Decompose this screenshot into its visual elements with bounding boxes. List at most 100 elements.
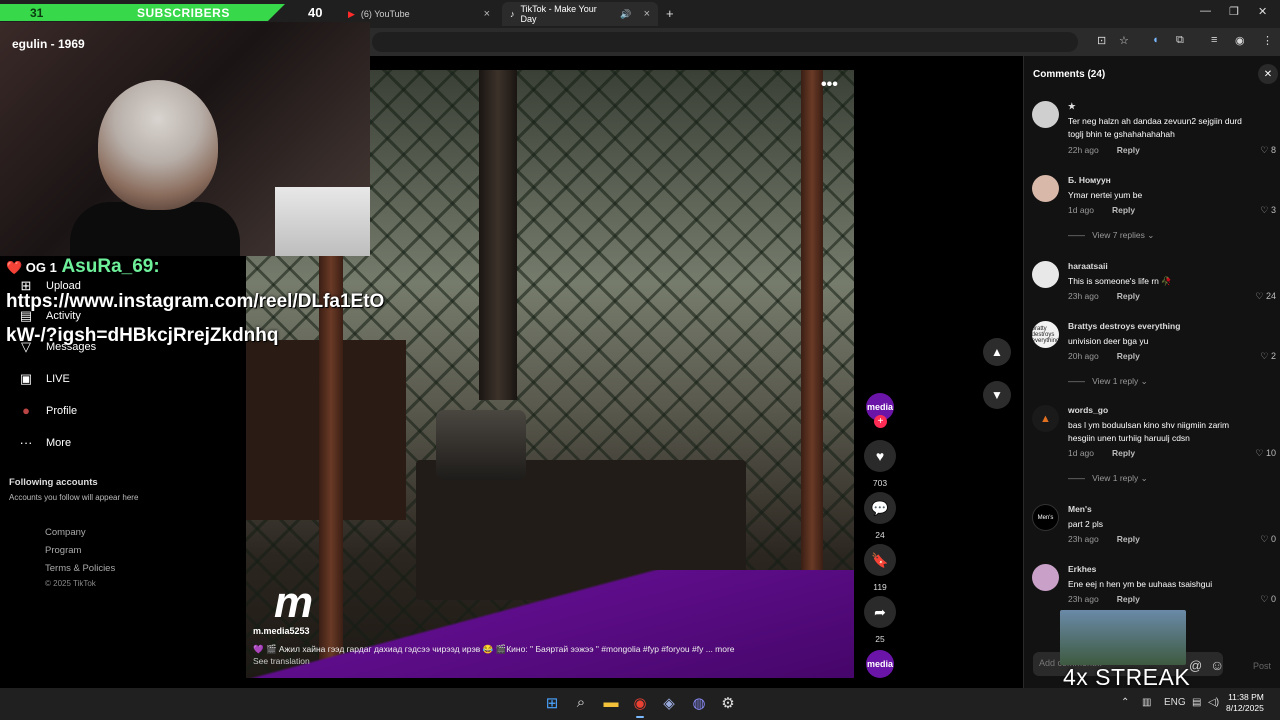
tray-chevron-up-icon[interactable]: ⌃ [1121,697,1129,708]
extension-icon[interactable]: ◖ [1152,34,1159,46]
language-indicator[interactable]: ENG [1164,697,1186,708]
comment-count: 24 [875,530,885,540]
comment-like-button[interactable]: ♡ 2 [1260,351,1276,362]
address-bar[interactable] [372,32,1078,52]
avatar[interactable] [1032,101,1059,128]
close-window-button[interactable]: ✕ [1258,5,1267,18]
following-empty-text: Accounts you follow will appear here [9,493,139,502]
avatar[interactable] [1032,564,1059,591]
file-explorer-icon[interactable]: ▬ [600,694,622,714]
comment-text: This is someone's life rn 🥀 [1068,276,1172,286]
tray-app-icon[interactable]: ▥ [1142,697,1151,708]
like-count: 703 [872,478,888,488]
comment-item: Men's Men's part 2 pls 23h ago Reply ♡ 0 [1032,504,1276,554]
comment-like-button[interactable]: ♡ 0 [1260,534,1276,545]
mention-at-icon[interactable]: @ [1189,658,1202,673]
tab-tiktok[interactable]: ♪ TikTok - Make Your Day 🔊 × [502,2,658,26]
video-scene-pot [436,410,526,480]
volume-icon[interactable]: ◁) [1208,697,1219,708]
avatar[interactable]: Men's [1032,504,1059,531]
comment-username[interactable]: haraatsaii [1068,261,1108,271]
webcam-person-head [98,80,218,210]
comment-like-button[interactable]: ♡ 0 [1260,594,1276,605]
bookmark-star-icon[interactable]: ☆ [1119,34,1129,47]
discord-icon[interactable]: ◍ [688,694,710,714]
music-disc-avatar[interactable]: media [866,650,894,678]
avatar[interactable]: bratty destroys everything [1032,321,1059,348]
comment-username[interactable]: ★ [1068,101,1076,112]
extensions-puzzle-icon[interactable]: ⧉ [1176,34,1184,47]
video-scene-stovepipe [479,70,517,400]
bookmark-icon: 🔖 [864,544,896,576]
search-icon[interactable]: ⌕ [570,694,592,714]
new-tab-button[interactable]: + [666,6,674,21]
reply-button[interactable]: Reply [1117,534,1140,544]
minimize-button[interactable]: — [1200,5,1211,17]
reply-button[interactable]: Reply [1112,448,1135,458]
avatar[interactable] [1032,175,1059,202]
media-logo: m [274,578,314,627]
like-button[interactable]: ♥ 703 [864,440,896,488]
media-controls-icon[interactable]: ≡ [1211,34,1217,46]
footer-link-program[interactable]: Program [45,545,81,556]
comment-username[interactable]: Б. Номуун [1068,175,1111,185]
close-comments-icon[interactable]: ✕ [1258,64,1278,84]
emoji-icon[interactable]: ☺ [1210,657,1224,673]
restore-button[interactable]: ❐ [1229,5,1239,18]
comment-username[interactable]: Erkhes [1068,564,1096,574]
reply-button[interactable]: Reply [1117,594,1140,604]
next-video-chevron-down-icon[interactable]: ▼ [983,381,1011,409]
footer-link-terms[interactable]: Terms & Policies [45,563,115,574]
reply-button[interactable]: Reply [1112,205,1135,215]
subscriber-label: SUBSCRIBERS [137,6,230,20]
subscriber-goal-bar: 31 SUBSCRIBERS [0,4,285,21]
see-translation-link[interactable]: See translation [253,656,310,666]
profile-avatar[interactable]: ◉ [1235,34,1245,47]
avatar[interactable] [1032,261,1059,288]
comment-like-button[interactable]: ♡ 8 [1260,145,1276,156]
speaker-icon[interactable]: 🔊 [620,9,631,20]
comment-like-button[interactable]: ♡ 3 [1260,205,1276,216]
video-caption: 💜 🎬 Ажил хайна гээд гардаг дахиад гэдсээ… [253,644,735,654]
view-replies-button[interactable]: —— View 1 reply ⌄ [1068,376,1148,387]
view-replies-button[interactable]: —— View 7 replies ⌄ [1068,230,1154,241]
comment-like-button[interactable]: ♡ 10 [1255,448,1276,459]
avatar[interactable]: ▲ [1032,405,1059,432]
comment-username[interactable]: Men's [1068,504,1092,514]
reply-button[interactable]: Reply [1117,145,1140,155]
follow-plus-icon[interactable]: + [874,415,887,428]
menu-kebab-icon[interactable]: ⋮ [1262,34,1273,47]
reply-button[interactable]: Reply [1117,351,1140,361]
reply-button[interactable]: Reply [1117,291,1140,301]
profile-icon: ● [22,403,30,418]
previous-video-chevron-up-icon[interactable]: ▲ [983,338,1011,366]
settings-gear-icon[interactable]: ⚙ [717,694,739,714]
chrome-icon[interactable]: ◉ [629,694,651,718]
close-tab-icon[interactable]: × [644,8,650,20]
comment-username[interactable]: words_go [1068,405,1108,415]
post-button[interactable]: Post [1253,661,1271,671]
view-replies-button[interactable]: —— View 1 reply ⌄ [1068,473,1148,484]
comment-username[interactable]: Brattys destroys everything [1068,321,1180,331]
comment-meta: 1d ago Reply [1068,448,1136,458]
nav-more[interactable]: ··· More [18,435,72,450]
video-more-options-icon[interactable]: ••• [821,76,838,94]
steam-icon[interactable]: ◈ [658,694,680,714]
share-arrow-icon: ➦ [864,596,896,628]
comment-text: univision deer bga yu [1068,336,1149,346]
save-count: 119 [873,582,887,592]
nav-profile[interactable]: ● Profile [18,403,77,418]
nav-live[interactable]: ▣ LIVE [18,371,70,387]
close-tab-icon[interactable]: × [484,8,490,20]
save-button[interactable]: 🔖 119 [864,544,896,592]
footer-link-company[interactable]: Company [45,527,86,538]
share-button[interactable]: ➦ 25 [864,596,896,644]
network-icon[interactable]: ▤ [1192,697,1201,708]
comment-bubble-icon: 💬 [864,492,896,524]
comment-like-button[interactable]: ♡ 24 [1255,291,1276,302]
system-clock[interactable]: 11:38 PM 8/12/2025 [1226,692,1264,714]
install-icon[interactable]: ⊡ [1097,34,1106,47]
windows-start-icon[interactable]: ⊞ [541,694,563,714]
video-author[interactable]: m.media5253 [253,626,310,636]
comment-button[interactable]: 💬 24 [864,492,896,540]
